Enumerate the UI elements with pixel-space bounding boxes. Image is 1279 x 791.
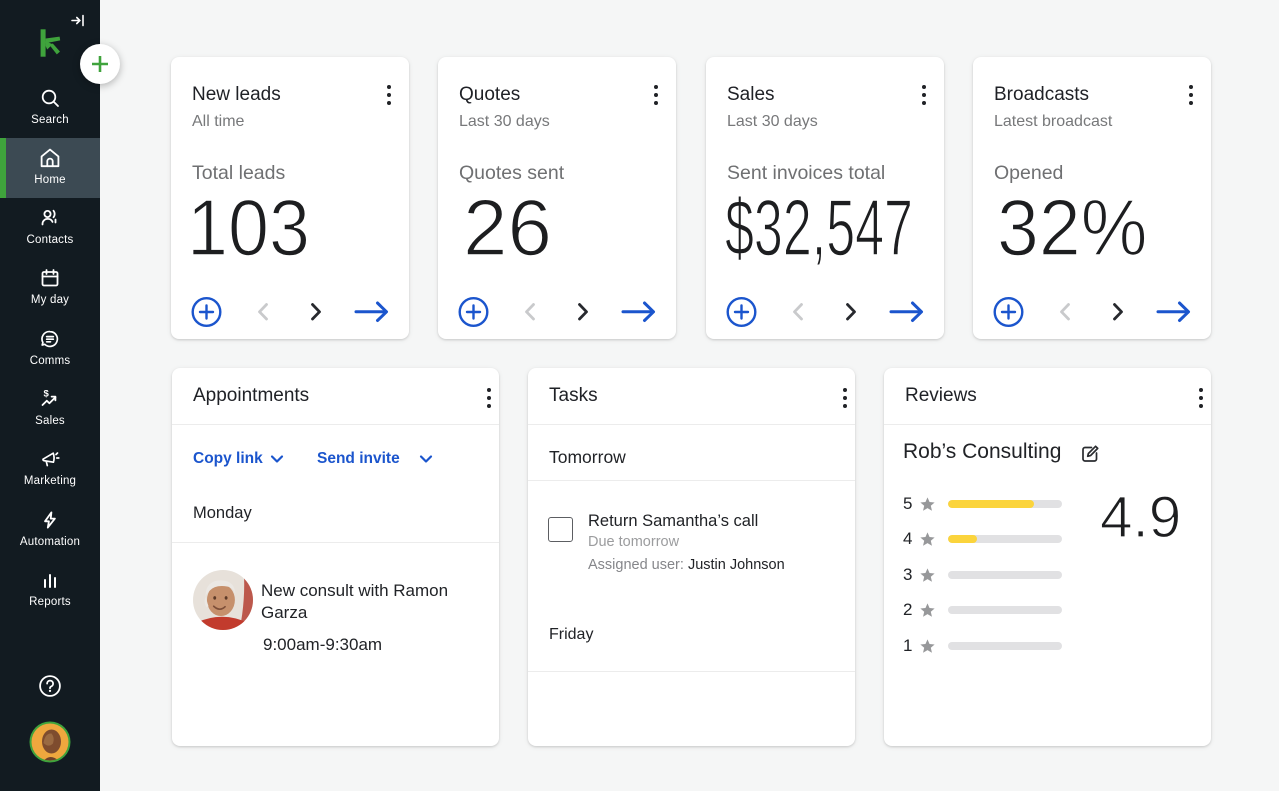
svg-text:$: $ xyxy=(44,389,50,400)
